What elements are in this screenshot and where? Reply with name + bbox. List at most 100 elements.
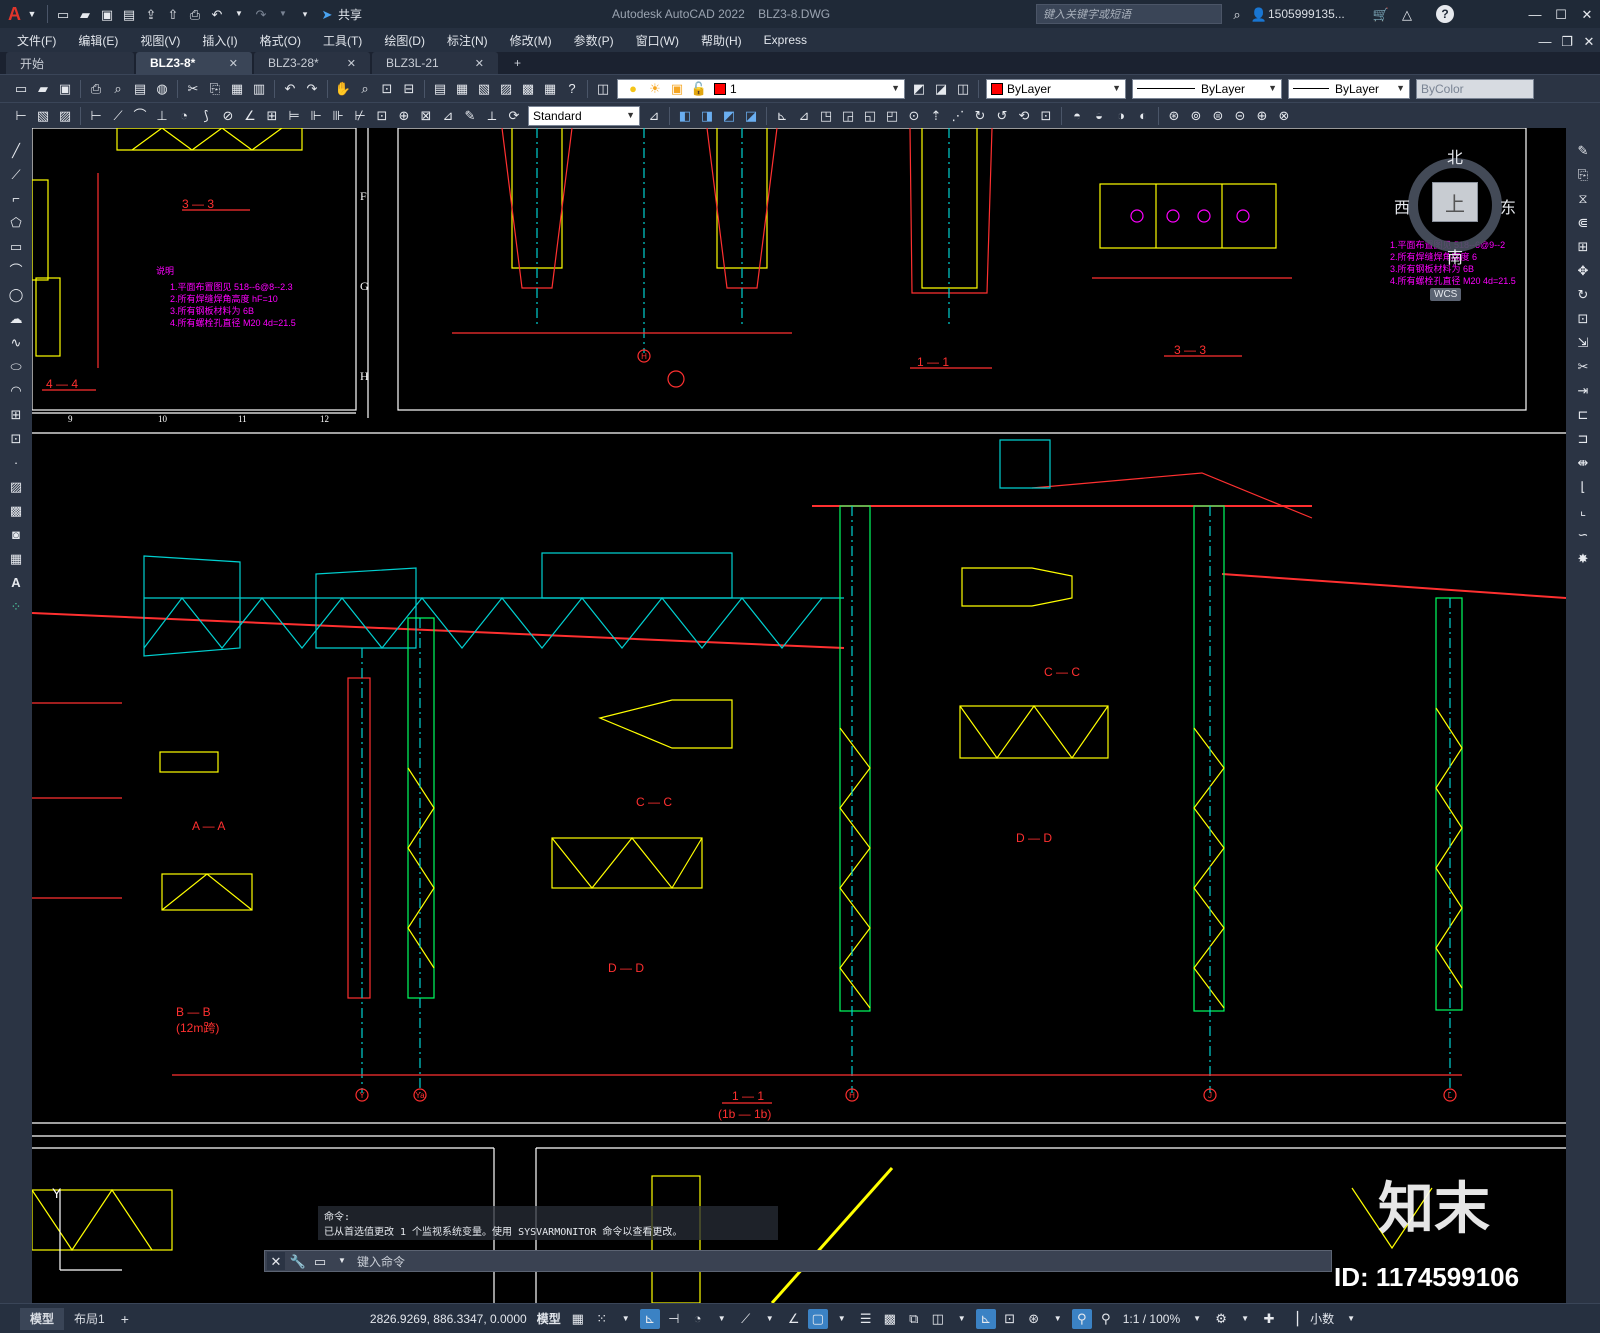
search-input[interactable]: 键入关键字或短语 <box>1043 6 1131 22</box>
insert-block-icon[interactable]: ⊞ <box>7 405 25 423</box>
3d-print-icon[interactable]: ◍ <box>153 80 171 98</box>
menu-dimension[interactable]: 标注(N) <box>436 32 499 49</box>
inspection-icon[interactable]: ⊠ <box>417 107 435 125</box>
chevron-down-icon[interactable]: ▼ <box>760 1309 780 1329</box>
zoom-window-icon[interactable]: ⊡ <box>378 80 396 98</box>
jogged-linear-icon[interactable]: ⊿ <box>439 107 457 125</box>
menu-modify[interactable]: 修改(M) <box>499 32 563 49</box>
dim-edit-icon[interactable]: ✎ <box>461 107 479 125</box>
break-point-icon[interactable]: ⊏ <box>1574 405 1592 423</box>
chevron-down-icon[interactable]: ▼ <box>1187 1309 1207 1329</box>
extend-icon[interactable]: ⇥ <box>1574 381 1592 399</box>
erase-icon[interactable]: ✎ <box>1574 141 1592 159</box>
auto-scale-icon[interactable]: ⚲ <box>1096 1309 1116 1329</box>
menu-window[interactable]: 窗口(W) <box>625 32 690 49</box>
layer-state-icon[interactable]: ◫ <box>954 80 972 98</box>
diameter-dim-icon[interactable]: ⊘ <box>219 107 237 125</box>
cart-icon[interactable]: 🛒 <box>1372 5 1390 23</box>
array-icon[interactable]: ⊞ <box>1574 237 1592 255</box>
menu-view[interactable]: 视图(V) <box>129 32 191 49</box>
layer-dropdown[interactable]: ● ☀ ▣ 🔓 1 ▼ <box>617 78 905 99</box>
app-menu-button[interactable]: A <box>8 4 21 25</box>
selection-filter-icon[interactable]: ⊡ <box>1000 1309 1020 1329</box>
text-style-dropdown[interactable]: Standard ▼ <box>528 105 640 126</box>
center-mark-icon[interactable]: ⊕ <box>395 107 413 125</box>
ucs-z-icon[interactable]: ⟲ <box>1015 107 1033 125</box>
ordinate-dim-icon[interactable]: ⊥ <box>153 107 171 125</box>
arc-length-icon[interactable]: ⌒ <box>131 107 149 125</box>
gizmo-icon[interactable]: ⊛ <box>1024 1309 1044 1329</box>
polar-icon[interactable]: ◔ <box>688 1309 708 1329</box>
object-snap-tracking-icon[interactable]: ∠ <box>784 1309 804 1329</box>
chevron-down-icon[interactable]: ▼ <box>616 1309 636 1329</box>
save-as-icon[interactable]: ▤ <box>120 5 138 23</box>
customize-icon[interactable]: ▾ <box>296 5 314 23</box>
ucs-icon[interactable]: ⊾ <box>773 107 791 125</box>
ellipse-icon[interactable]: ⬭ <box>7 357 25 375</box>
rotate-icon[interactable]: ↻ <box>1574 285 1592 303</box>
viewcube[interactable]: 上 北 南 西 东 WCS <box>1394 150 1516 301</box>
polyline-icon[interactable]: ⌐ <box>7 189 25 207</box>
point-icon[interactable]: · <box>7 453 25 471</box>
continue-dim-icon[interactable]: ⊩ <box>307 107 325 125</box>
plotstyle-dropdown[interactable]: ByColor <box>1416 78 1534 99</box>
command-line[interactable]: ✕ 🔧 ▭ ▼ 键入命令 <box>264 1250 1332 1272</box>
camera-icon[interactable]: ⊗ <box>1275 107 1293 125</box>
infer-icon[interactable]: ⊣ <box>664 1309 684 1329</box>
selection-cycling-icon[interactable]: ⧉ <box>904 1309 924 1329</box>
chevron-down-icon[interactable]: ▼ <box>333 1252 351 1270</box>
close-icon[interactable]: ✕ <box>267 1252 285 1270</box>
realistic-icon[interactable]: ◐ <box>1134 107 1152 125</box>
open-icon[interactable]: ▰ <box>34 80 52 98</box>
viewcube-top-face[interactable]: 上 <box>1432 182 1478 222</box>
offset-icon[interactable]: ⋐ <box>1574 213 1592 231</box>
add-layout-button[interactable]: + <box>115 1311 135 1327</box>
close-icon[interactable]: ✕ <box>347 57 356 70</box>
dim-override-icon[interactable]: ⊿ <box>645 107 663 125</box>
new-file-icon[interactable]: ▭ <box>54 5 72 23</box>
undo-icon[interactable]: ↶ <box>281 80 299 98</box>
circle-icon[interactable]: ◯ <box>7 285 25 303</box>
stretch-icon[interactable]: ⇲ <box>1574 333 1592 351</box>
make-current-icon[interactable]: ◩ <box>910 80 928 98</box>
quick-dim-icon[interactable]: ⊞ <box>263 107 281 125</box>
dim-update-icon[interactable]: ▨ <box>56 107 74 125</box>
move-icon[interactable]: ✥ <box>1574 261 1592 279</box>
dim-style-icon[interactable]: ▧ <box>34 107 52 125</box>
continuous-orbit-icon[interactable]: ⊜ <box>1209 107 1227 125</box>
menu-tools[interactable]: 工具(T) <box>312 32 373 49</box>
ucs-face-icon[interactable]: ◲ <box>839 107 857 125</box>
chevron-down-icon[interactable]: ▼ <box>832 1309 852 1329</box>
transparency-icon[interactable]: ▩ <box>880 1309 900 1329</box>
mirror-icon[interactable]: ⧖ <box>1574 189 1592 207</box>
ucs-3point-icon[interactable]: ⋰ <box>949 107 967 125</box>
tab-blz3l-21[interactable]: BLZ3L-21 ✕ <box>372 52 498 74</box>
arc-icon[interactable]: ⌒ <box>7 261 25 279</box>
redo-icon[interactable]: ↷ <box>303 80 321 98</box>
visual-style-icon[interactable]: ◓ <box>1068 107 1086 125</box>
color-dropdown[interactable]: ByLayer ▼ <box>986 78 1126 99</box>
save-icon[interactable]: ▣ <box>56 80 74 98</box>
multiline-text-icon[interactable]: A <box>7 573 25 591</box>
markup-icon[interactable]: ▩ <box>519 80 537 98</box>
units-icon[interactable]: ▕ <box>1283 1309 1303 1329</box>
ucs-origin-icon[interactable]: ⊙ <box>905 107 923 125</box>
layout-tab-model[interactable]: 模型 <box>20 1307 65 1330</box>
export-icon[interactable]: ⇪ <box>142 5 160 23</box>
units-value[interactable]: 小数 <box>1305 1310 1339 1327</box>
compass-south[interactable]: 南 <box>1447 244 1463 268</box>
tab-start[interactable]: 开始 <box>6 52 134 74</box>
ucs-world-icon[interactable]: ⊿ <box>795 107 813 125</box>
jogged-dim-icon[interactable]: ⟆ <box>197 107 215 125</box>
open-folder-icon[interactable]: ▰ <box>76 5 94 23</box>
chamfer-icon[interactable]: ⌊ <box>1574 477 1592 495</box>
baseline-dim-icon[interactable]: ⊨ <box>285 107 303 125</box>
sheet-set-icon[interactable]: ▨ <box>497 80 515 98</box>
layout-tab-layout1[interactable]: 布局1 <box>64 1308 115 1330</box>
layer-properties-icon[interactable]: ◫ <box>594 80 612 98</box>
fly-icon[interactable]: ⊕ <box>1253 107 1271 125</box>
close-icon[interactable]: ✕ <box>229 57 238 70</box>
help-button[interactable]: ? <box>1436 5 1454 23</box>
rectangle-icon[interactable]: ▭ <box>7 237 25 255</box>
polygon-icon[interactable]: ⬠ <box>7 213 25 231</box>
